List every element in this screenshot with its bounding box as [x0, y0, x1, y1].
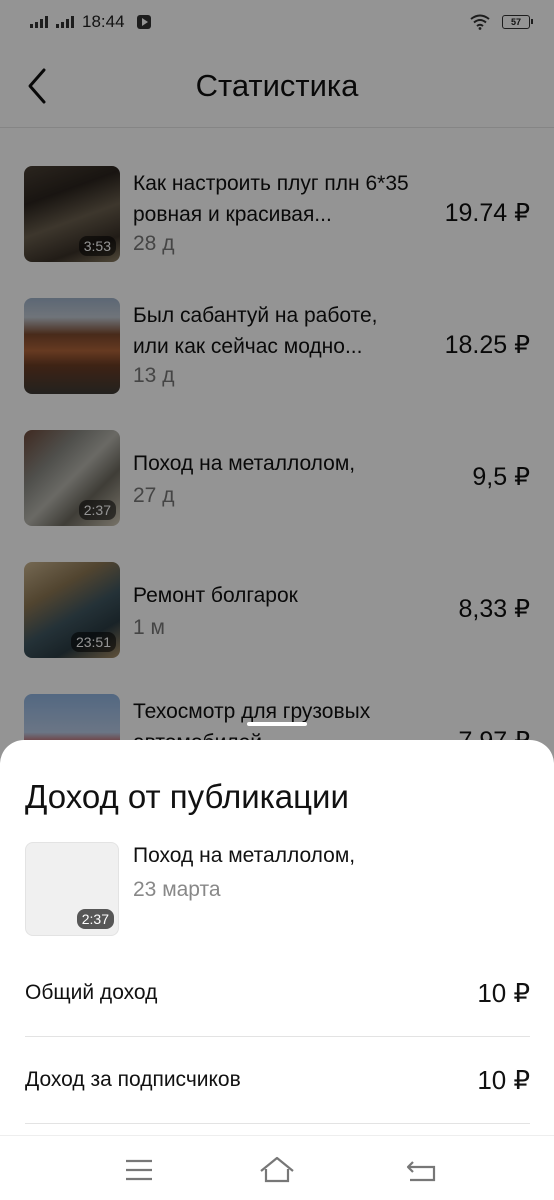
stat-value: 10 ₽: [477, 977, 530, 1008]
stat-row-total-income: Общий доход 10 ₽: [25, 950, 530, 1037]
duration-badge: 2:37: [76, 909, 114, 929]
publication-thumbnail: 2:37: [25, 842, 119, 936]
sheet-title: Доход от публикации: [25, 778, 349, 815]
sheet-drag-handle[interactable]: [247, 722, 307, 726]
return-icon[interactable]: [401, 1150, 441, 1190]
menu-icon[interactable]: [119, 1150, 159, 1190]
publication-date: 23 марта: [133, 878, 221, 901]
system-nav-bar: [0, 1135, 554, 1200]
stat-value: 10 ₽: [477, 1064, 530, 1095]
stat-row-subscriber-income: Доход за подписчиков 10 ₽: [25, 1037, 530, 1124]
stat-label: Доход за подписчиков: [25, 1068, 241, 1091]
publication-title: Поход на металлолом,: [133, 844, 356, 867]
stat-label: Общий доход: [25, 981, 158, 1004]
home-icon[interactable]: [257, 1150, 297, 1190]
income-bottom-sheet: Доход от публикации 2:37 Поход на металл…: [0, 740, 554, 1200]
